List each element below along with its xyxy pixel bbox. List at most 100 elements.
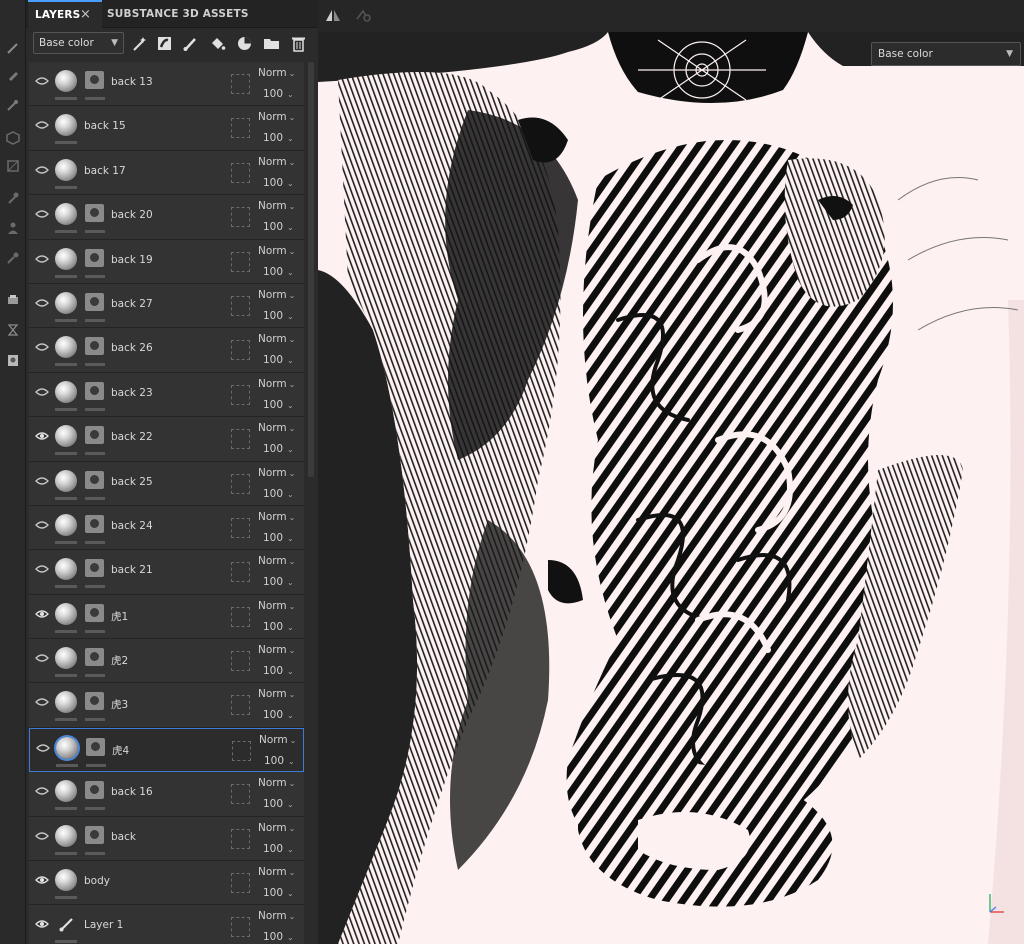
blend-mode-select[interactable]: Norm ⌄ [258, 600, 295, 612]
eye-hidden-icon[interactable] [35, 254, 49, 264]
eye-hidden-icon[interactable] [35, 831, 49, 841]
close-icon[interactable]: × [80, 2, 91, 28]
material-thumbnail[interactable] [55, 114, 77, 137]
eye-hidden-icon[interactable] [35, 786, 49, 796]
layer-row[interactable]: back 13 Norm ⌄ 100 ⌄ [29, 62, 304, 107]
camera-settings-icon[interactable] [354, 7, 372, 23]
paint-brush-icon[interactable] [3, 38, 23, 58]
opacity-select[interactable]: 100 ⌄ [263, 177, 294, 189]
tab-layers[interactable]: LAYERS × [28, 0, 102, 28]
mask-thumbnail[interactable] [85, 692, 104, 711]
eye-hidden-icon[interactable] [36, 743, 50, 753]
layer-effect-slot[interactable] [231, 118, 250, 139]
layer-effect-slot[interactable] [231, 828, 250, 849]
add-smart-material-icon[interactable] [233, 32, 255, 54]
eraser-icon[interactable] [3, 65, 23, 85]
layer-row[interactable]: back 15 Norm ⌄ 100 ⌄ [29, 106, 304, 151]
blend-mode-select[interactable]: Norm ⌄ [258, 688, 295, 700]
material-thumbnail[interactable] [55, 425, 77, 448]
layer-row[interactable]: back 19 Norm ⌄ 100 ⌄ [29, 239, 304, 284]
eye-icon[interactable] [35, 875, 49, 885]
layer-name[interactable]: 虎4 [112, 743, 222, 758]
mask-thumbnail[interactable] [85, 381, 104, 400]
eye-hidden-icon[interactable] [35, 387, 49, 397]
layer-effect-slot[interactable] [231, 784, 250, 805]
opacity-select[interactable]: 100 ⌄ [263, 88, 294, 100]
material-thumbnail[interactable] [55, 513, 77, 536]
layer-row[interactable]: back 21 Norm ⌄ 100 ⌄ [29, 550, 304, 595]
layer-row[interactable]: 虎2 Norm ⌄ 100 ⌄ [29, 639, 304, 684]
opacity-select[interactable]: 100 ⌄ [263, 621, 294, 633]
blend-mode-select[interactable]: Norm ⌄ [258, 467, 295, 479]
eye-hidden-icon[interactable] [35, 342, 49, 352]
material-thumbnail[interactable] [55, 203, 77, 226]
mask-thumbnail[interactable] [85, 204, 104, 223]
layer-effect-slot[interactable] [231, 517, 250, 538]
opacity-select[interactable]: 100 ⌄ [263, 399, 294, 411]
delete-layer-icon[interactable] [287, 32, 309, 54]
layer-row[interactable]: back Norm ⌄ 100 ⌄ [29, 816, 304, 862]
projection-icon[interactable] [3, 95, 23, 115]
add-mask-icon[interactable] [153, 32, 175, 54]
mask-thumbnail[interactable] [85, 648, 104, 667]
eye-icon[interactable] [35, 609, 49, 619]
mask-thumbnail[interactable] [85, 470, 104, 489]
bake-icon[interactable] [3, 350, 23, 370]
blend-mode-select[interactable]: Norm ⌄ [258, 422, 295, 434]
mask-thumbnail[interactable] [85, 426, 104, 445]
mask-thumbnail[interactable] [85, 603, 104, 622]
layer-effect-slot[interactable] [231, 695, 250, 716]
layer-name[interactable]: back 22 [111, 431, 221, 443]
eye-hidden-icon[interactable] [35, 120, 49, 130]
blend-mode-select[interactable]: Norm ⌄ [258, 111, 295, 123]
opacity-select[interactable]: 100 ⌄ [263, 665, 294, 677]
layer-name[interactable]: back 19 [111, 254, 221, 266]
blend-mode-select[interactable]: Norm ⌄ [258, 644, 295, 656]
layer-name[interactable]: body [84, 875, 194, 887]
layer-effect-slot[interactable] [231, 384, 250, 405]
layer-row[interactable]: body Norm ⌄ 100 ⌄ [29, 861, 304, 906]
layer-effect-slot[interactable] [231, 74, 250, 94]
mask-thumbnail[interactable] [85, 292, 104, 311]
blend-mode-select[interactable]: Norm ⌄ [258, 910, 295, 922]
layer-row[interactable]: 虎3 Norm ⌄ 100 ⌄ [29, 683, 304, 728]
opacity-select[interactable]: 100 ⌄ [263, 266, 294, 278]
eye-hidden-icon[interactable] [35, 76, 49, 86]
blend-mode-select[interactable]: Norm ⌄ [258, 511, 295, 523]
layer-name[interactable]: Layer 1 [84, 919, 194, 931]
layer-name[interactable]: back 27 [111, 298, 221, 310]
layer-row[interactable]: back 23 Norm ⌄ 100 ⌄ [29, 372, 304, 418]
add-paint-layer-icon[interactable] [179, 32, 201, 54]
add-folder-icon[interactable] [260, 32, 282, 54]
layer-name[interactable]: back 24 [111, 520, 221, 532]
blend-mode-select[interactable]: Norm ⌄ [258, 866, 295, 878]
opacity-select[interactable]: 100 ⌄ [263, 310, 294, 322]
opacity-select[interactable]: 100 ⌄ [263, 843, 294, 855]
layer-effect-slot[interactable] [231, 473, 250, 494]
geometry-mask-icon[interactable] [3, 128, 23, 148]
layer-name[interactable]: back 17 [84, 165, 194, 177]
eye-icon[interactable] [35, 431, 49, 441]
layer-effect-slot[interactable] [231, 917, 250, 938]
layer-row[interactable]: Layer 1 Norm ⌄ 100 ⌄ [29, 905, 304, 944]
opacity-select[interactable]: 100 ⌄ [263, 488, 294, 500]
mask-thumbnail[interactable] [85, 248, 104, 267]
mask-thumbnail[interactable] [85, 781, 104, 800]
material-thumbnail[interactable] [55, 824, 77, 847]
mask-thumbnail[interactable] [85, 337, 104, 356]
layer-name[interactable]: back 23 [111, 387, 221, 399]
effects-wand-icon[interactable] [128, 32, 150, 54]
mask-thumbnail[interactable] [85, 514, 104, 533]
layer-effect-slot[interactable] [231, 295, 250, 316]
opacity-select[interactable]: 100 ⌄ [263, 443, 294, 455]
material-thumbnail[interactable] [55, 647, 77, 670]
blend-mode-select[interactable]: Norm ⌄ [258, 555, 295, 567]
blend-mode-select[interactable]: Norm ⌄ [258, 822, 295, 834]
opacity-select[interactable]: 100 ⌄ [263, 709, 294, 721]
history-icon[interactable] [3, 320, 23, 340]
mask-thumbnail[interactable] [85, 71, 104, 89]
layer-name[interactable]: back 16 [111, 786, 221, 798]
layer-row[interactable]: back 26 Norm ⌄ 100 ⌄ [29, 328, 304, 373]
material-thumbnail[interactable] [55, 158, 77, 181]
opacity-select[interactable]: 100 ⌄ [263, 576, 294, 588]
